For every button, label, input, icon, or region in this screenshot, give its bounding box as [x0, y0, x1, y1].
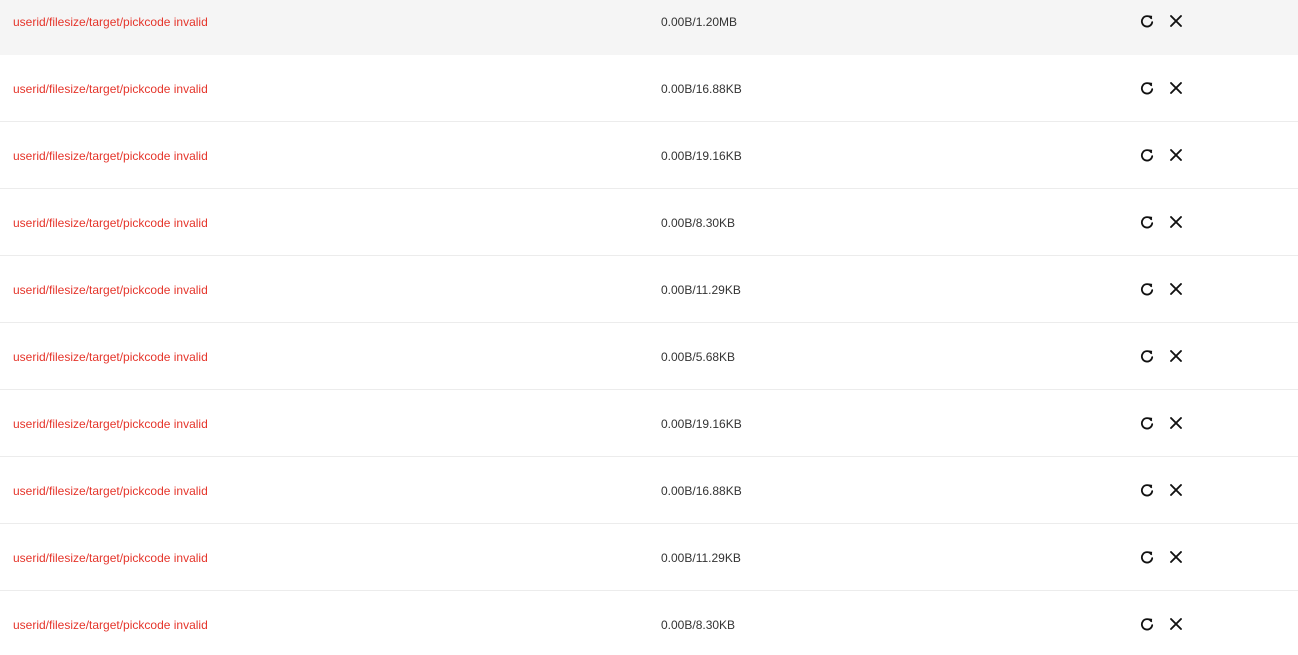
error-status-text: userid/filesize/target/pickcode invalid	[13, 484, 208, 498]
remove-button[interactable]	[1167, 347, 1185, 365]
transfer-size-text: 0.00B/1.20MB	[661, 15, 738, 29]
remove-button[interactable]	[1167, 414, 1185, 432]
error-status-text: userid/filesize/target/pickcode invalid	[13, 82, 208, 96]
close-icon	[1167, 213, 1185, 231]
retry-button[interactable]	[1138, 615, 1156, 633]
remove-button[interactable]	[1167, 213, 1185, 231]
transfer-size-text: 0.00B/5.68KB	[661, 350, 736, 364]
transfer-row[interactable]: userid/filesize/target/pickcode invalid 0…	[0, 390, 1298, 457]
transfer-size-text: 0.00B/8.30KB	[661, 618, 736, 632]
retry-button[interactable]	[1138, 79, 1156, 97]
retry-button[interactable]	[1138, 280, 1156, 298]
transfer-row[interactable]: userid/filesize/target/pickcode invalid 0…	[0, 524, 1298, 591]
refresh-icon	[1138, 79, 1156, 97]
transfer-size-text: 0.00B/16.88KB	[661, 82, 742, 96]
error-status-text: userid/filesize/target/pickcode invalid	[13, 149, 208, 163]
error-status-text: userid/filesize/target/pickcode invalid	[13, 283, 208, 297]
remove-button[interactable]	[1167, 146, 1185, 164]
retry-button[interactable]	[1138, 347, 1156, 365]
refresh-icon	[1138, 12, 1156, 30]
transfer-row[interactable]: userid/filesize/target/pickcode invalid 0…	[0, 256, 1298, 323]
refresh-icon	[1138, 481, 1156, 499]
transfer-row[interactable]: userid/filesize/target/pickcode invalid 0…	[0, 457, 1298, 524]
close-icon	[1167, 280, 1185, 298]
refresh-icon	[1138, 548, 1156, 566]
transfer-row[interactable]: userid/filesize/target/pickcode invalid 0…	[0, 122, 1298, 189]
close-icon	[1167, 548, 1185, 566]
retry-button[interactable]	[1138, 213, 1156, 231]
close-icon	[1167, 347, 1185, 365]
retry-button[interactable]	[1138, 414, 1156, 432]
remove-button[interactable]	[1167, 280, 1185, 298]
refresh-icon	[1138, 615, 1156, 633]
retry-button[interactable]	[1138, 481, 1156, 499]
close-icon	[1167, 481, 1185, 499]
transfer-size-text: 0.00B/8.30KB	[661, 216, 736, 230]
error-status-text: userid/filesize/target/pickcode invalid	[13, 551, 208, 565]
transfer-size-text: 0.00B/16.88KB	[661, 484, 742, 498]
error-status-text: userid/filesize/target/pickcode invalid	[13, 15, 208, 29]
transfer-size-text: 0.00B/19.16KB	[661, 149, 742, 163]
error-status-text: userid/filesize/target/pickcode invalid	[13, 417, 208, 431]
transfer-size-text: 0.00B/11.29KB	[661, 551, 741, 565]
remove-button[interactable]	[1167, 79, 1185, 97]
transfer-size-text: 0.00B/11.29KB	[661, 283, 741, 297]
refresh-icon	[1138, 347, 1156, 365]
remove-button[interactable]	[1167, 481, 1185, 499]
refresh-icon	[1138, 280, 1156, 298]
transfer-row[interactable]: userid/filesize/target/pickcode invalid 0…	[0, 0, 1298, 55]
transfer-row[interactable]: userid/filesize/target/pickcode invalid 0…	[0, 55, 1298, 122]
close-icon	[1167, 414, 1185, 432]
remove-button[interactable]	[1167, 548, 1185, 566]
transfer-row[interactable]: userid/filesize/target/pickcode invalid 0…	[0, 189, 1298, 256]
transfer-row[interactable]: userid/filesize/target/pickcode invalid 0…	[0, 591, 1298, 655]
refresh-icon	[1138, 414, 1156, 432]
transfer-row[interactable]: userid/filesize/target/pickcode invalid 0…	[0, 323, 1298, 390]
refresh-icon	[1138, 146, 1156, 164]
error-status-text: userid/filesize/target/pickcode invalid	[13, 216, 208, 230]
error-status-text: userid/filesize/target/pickcode invalid	[13, 350, 208, 364]
close-icon	[1167, 615, 1185, 633]
retry-button[interactable]	[1138, 146, 1156, 164]
refresh-icon	[1138, 213, 1156, 231]
transfer-list: userid/filesize/target/pickcode invalid 0…	[0, 0, 1298, 655]
close-icon	[1167, 146, 1185, 164]
close-icon	[1167, 79, 1185, 97]
transfer-size-text: 0.00B/19.16KB	[661, 417, 742, 431]
error-status-text: userid/filesize/target/pickcode invalid	[13, 618, 208, 632]
retry-button[interactable]	[1138, 548, 1156, 566]
remove-button[interactable]	[1167, 12, 1185, 30]
retry-button[interactable]	[1138, 12, 1156, 30]
close-icon	[1167, 12, 1185, 30]
remove-button[interactable]	[1167, 615, 1185, 633]
